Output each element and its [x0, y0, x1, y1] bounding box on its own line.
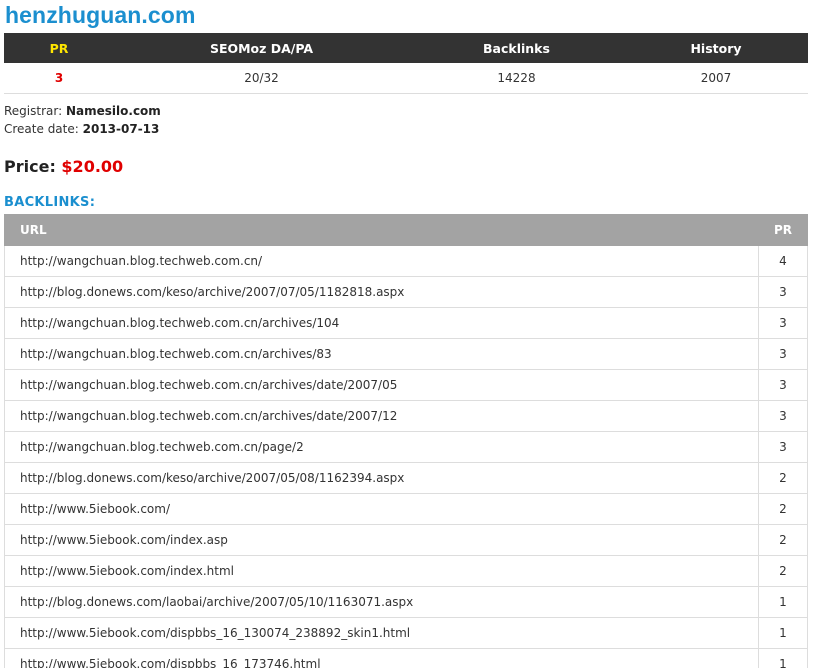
backlinks-heading: BACKLINKS: [4, 195, 96, 210]
backlink-pr-cell: 4 [758, 245, 808, 277]
backlink-url-cell: http://wangchuan.blog.techweb.com.cn/arc… [4, 369, 759, 401]
backlink-url-link[interactable]: http://wangchuan.blog.techweb.com.cn/arc… [20, 316, 339, 330]
backlink-row: http://blog.donews.com/laobai/archive/20… [4, 586, 808, 618]
stats-value-row: 3 20/32 14228 2007 [4, 63, 808, 94]
backlink-url-link[interactable]: http://blog.donews.com/keso/archive/2007… [20, 471, 404, 485]
backlinks-header-row: URL PR [4, 214, 808, 246]
backlink-row: http://blog.donews.com/keso/archive/2007… [4, 462, 808, 494]
backlink-url-cell: http://www.5iebook.com/dispbbs_16_130074… [4, 617, 759, 649]
price-label: Price: [4, 157, 56, 176]
backlink-row: http://www.5iebook.com/index.html 2 [4, 555, 808, 587]
stats-header-history: History [624, 33, 808, 63]
backlink-url-link[interactable]: http://wangchuan.blog.techweb.com.cn/ [20, 254, 262, 268]
backlink-pr-cell: 2 [758, 524, 808, 556]
stats-value-seomoz: 20/32 [114, 63, 409, 94]
backlinks-table-body: http://wangchuan.blog.techweb.com.cn/4 ht… [4, 245, 808, 668]
backlink-url-cell: http://www.5iebook.com/dispbbs_16_173746… [4, 648, 759, 668]
backlink-row: http://www.5iebook.com/dispbbs_16_173746… [4, 648, 808, 668]
backlink-row: http://wangchuan.blog.techweb.com.cn/arc… [4, 400, 808, 432]
backlink-pr-cell: 3 [758, 431, 808, 463]
price-line: Price: $20.00 [4, 157, 123, 176]
backlink-url-link[interactable]: http://wangchuan.blog.techweb.com.cn/arc… [20, 378, 397, 392]
backlink-pr-cell: 2 [758, 493, 808, 525]
backlink-row: http://wangchuan.blog.techweb.com.cn/pag… [4, 431, 808, 463]
backlink-url-cell: http://wangchuan.blog.techweb.com.cn/arc… [4, 338, 759, 370]
registrar-line: Registrar: Namesilo.com [4, 102, 161, 120]
backlink-pr-cell: 1 [758, 648, 808, 668]
stats-header-pr: PR [4, 33, 114, 63]
backlink-row: http://wangchuan.blog.techweb.com.cn/arc… [4, 307, 808, 339]
backlink-url-cell: http://wangchuan.blog.techweb.com.cn/ [4, 245, 759, 277]
backlink-url-link[interactable]: http://www.5iebook.com/dispbbs_16_173746… [20, 657, 321, 668]
stats-header-row: PR SEOMoz DA/PA Backlinks History [4, 33, 808, 63]
stats-header-backlinks: Backlinks [409, 33, 624, 63]
create-date-label: Create date: [4, 122, 79, 136]
backlinks-header-pr: PR [758, 214, 808, 246]
backlink-url-link[interactable]: http://www.5iebook.com/index.asp [20, 533, 228, 547]
backlinks-header-url: URL [4, 214, 759, 246]
backlink-url-cell: http://blog.donews.com/keso/archive/2007… [4, 276, 759, 308]
domain-title-link[interactable]: henzhuguan.com [5, 2, 196, 29]
backlink-url-link[interactable]: http://www.5iebook.com/index.html [20, 564, 234, 578]
backlink-pr-cell: 2 [758, 555, 808, 587]
backlink-url-link[interactable]: http://blog.donews.com/keso/archive/2007… [20, 285, 404, 299]
domain-meta: Registrar: Namesilo.com Create date: 201… [4, 102, 161, 138]
backlink-url-cell: http://wangchuan.blog.techweb.com.cn/arc… [4, 307, 759, 339]
backlink-row: http://wangchuan.blog.techweb.com.cn/arc… [4, 369, 808, 401]
backlink-row: http://blog.donews.com/keso/archive/2007… [4, 276, 808, 308]
backlink-url-link[interactable]: http://wangchuan.blog.techweb.com.cn/arc… [20, 409, 397, 423]
backlink-row: http://www.5iebook.com/dispbbs_16_130074… [4, 617, 808, 649]
backlink-url-cell: http://wangchuan.blog.techweb.com.cn/arc… [4, 400, 759, 432]
backlink-row: http://wangchuan.blog.techweb.com.cn/4 [4, 245, 808, 277]
backlink-url-link[interactable]: http://wangchuan.blog.techweb.com.cn/arc… [20, 347, 332, 361]
backlink-url-link[interactable]: http://blog.donews.com/laobai/archive/20… [20, 595, 413, 609]
backlink-url-cell: http://www.5iebook.com/index.html [4, 555, 759, 587]
backlink-url-cell: http://www.5iebook.com/index.asp [4, 524, 759, 556]
backlink-row: http://wangchuan.blog.techweb.com.cn/arc… [4, 338, 808, 370]
price-value: $20.00 [61, 157, 124, 176]
backlink-url-cell: http://wangchuan.blog.techweb.com.cn/pag… [4, 431, 759, 463]
registrar-label: Registrar: [4, 104, 63, 118]
stats-value-backlinks: 14228 [409, 63, 624, 94]
backlink-pr-cell: 1 [758, 586, 808, 618]
backlink-row: http://www.5iebook.com/index.asp 2 [4, 524, 808, 556]
backlink-pr-cell: 3 [758, 307, 808, 339]
create-date-value: 2013-07-13 [82, 122, 160, 136]
create-date-line: Create date: 2013-07-13 [4, 120, 161, 138]
stats-value-history: 2007 [624, 63, 808, 94]
backlink-pr-cell: 1 [758, 617, 808, 649]
backlink-url-link[interactable]: http://wangchuan.blog.techweb.com.cn/pag… [20, 440, 304, 454]
backlink-row: http://www.5iebook.com/2 [4, 493, 808, 525]
stats-value-pr: 3 [4, 63, 114, 94]
backlink-url-cell: http://blog.donews.com/laobai/archive/20… [4, 586, 759, 618]
backlink-url-cell: http://www.5iebook.com/ [4, 493, 759, 525]
backlink-pr-cell: 3 [758, 400, 808, 432]
backlink-pr-cell: 3 [758, 338, 808, 370]
domain-stats-table: PR SEOMoz DA/PA Backlinks History 3 20/3… [4, 33, 808, 94]
registrar-value: Namesilo.com [65, 104, 161, 118]
backlink-pr-cell: 3 [758, 369, 808, 401]
backlink-url-cell: http://blog.donews.com/keso/archive/2007… [4, 462, 759, 494]
backlink-pr-cell: 2 [758, 462, 808, 494]
backlinks-table: URL PR http://wangchuan.blog.techweb.com… [4, 214, 808, 668]
backlink-url-link[interactable]: http://www.5iebook.com/dispbbs_16_130074… [20, 626, 410, 640]
backlink-pr-cell: 3 [758, 276, 808, 308]
backlink-url-link[interactable]: http://www.5iebook.com/ [20, 502, 170, 516]
stats-header-seomoz: SEOMoz DA/PA [114, 33, 409, 63]
page: henzhuguan.com PR SEOMoz DA/PA Backlinks… [0, 0, 815, 668]
